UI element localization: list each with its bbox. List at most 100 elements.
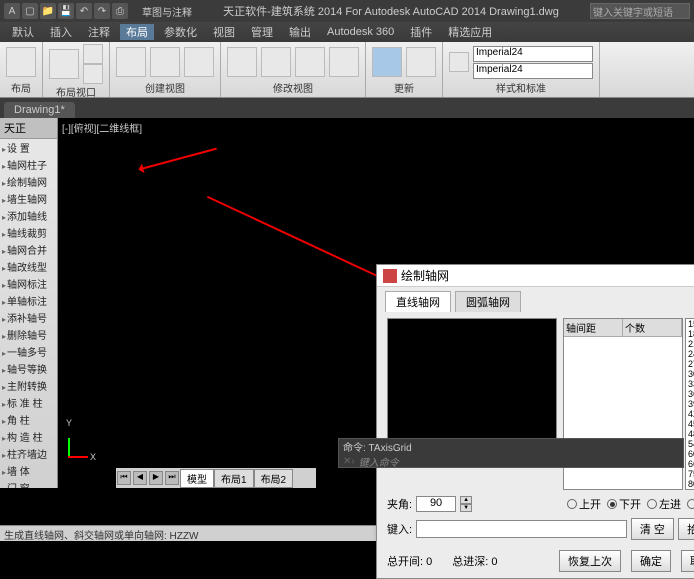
open-icon[interactable]: 📁 (40, 3, 56, 19)
tab-nav-prev[interactable]: ◀ (133, 471, 147, 485)
drawing-canvas[interactable]: [-][俯视][二维线框] Y X 绘制轴网 ✕ 直线轴网 圆弧轴网 (58, 118, 694, 488)
preset-value[interactable]: 3000 (686, 369, 694, 379)
new-icon[interactable]: ▢ (22, 3, 38, 19)
tool-item[interactable]: 添补轴号 (0, 309, 57, 326)
tool-item[interactable]: 标 准 柱 (0, 394, 57, 411)
tool-item[interactable]: 轴改线型 (0, 258, 57, 275)
tool-item[interactable]: 绘制轴网 (0, 173, 57, 190)
create1-icon[interactable] (116, 47, 146, 77)
angle-spinner[interactable]: ▲▼ (460, 496, 472, 512)
viewport-icon[interactable] (49, 49, 79, 79)
layout1-tab[interactable]: 布局1 (214, 469, 254, 488)
workspace-label[interactable]: 草图与注释 (142, 4, 192, 19)
tab-featured[interactable]: 精选应用 (442, 24, 498, 40)
preset-value[interactable]: 3600 (686, 389, 694, 399)
style-combo-2[interactable]: Imperial24 (473, 63, 593, 79)
tool-item[interactable]: 添加轴线 (0, 207, 57, 224)
vp-sm1-icon[interactable] (83, 44, 103, 64)
preset-list[interactable]: 1500180021002400270030003300360039004200… (685, 318, 694, 490)
tab-default[interactable]: 默认 (6, 24, 40, 40)
command-line[interactable]: 命令: TAxisGrid 键入命令 (338, 438, 684, 468)
preset-value[interactable]: 6600 (686, 459, 694, 469)
layout-icon[interactable] (6, 47, 36, 77)
preset-value[interactable]: 2100 (686, 339, 694, 349)
direction-radio[interactable]: 左进 (647, 496, 681, 512)
tab-nav-first[interactable]: ⏮ (117, 471, 131, 485)
ok-button[interactable]: 确定 (631, 550, 671, 572)
mod2-icon[interactable] (261, 47, 291, 77)
preset-value[interactable]: 8000 (686, 479, 694, 489)
vp-sm2-icon[interactable] (83, 64, 103, 84)
tab-arc-grid[interactable]: 圆弧轴网 (455, 291, 521, 312)
preset-value[interactable]: 4200 (686, 409, 694, 419)
direction-radio[interactable]: 上开 (567, 496, 601, 512)
undo-icon[interactable]: ↶ (76, 3, 92, 19)
restore-button[interactable]: 恢复上次 (559, 550, 621, 572)
preset-value[interactable]: 7500 (686, 469, 694, 479)
preset-value[interactable]: 2700 (686, 359, 694, 369)
preset-value[interactable]: 4800 (686, 429, 694, 439)
mod4-icon[interactable] (329, 47, 359, 77)
tool-item[interactable]: 轴网合并 (0, 241, 57, 258)
model-tab[interactable]: 模型 (180, 469, 214, 488)
preset-value[interactable]: 1500 (686, 319, 694, 329)
tab-nav-last[interactable]: ⏭ (165, 471, 179, 485)
tab-view[interactable]: 视图 (207, 24, 241, 40)
tab-output[interactable]: 输出 (283, 24, 317, 40)
tool-item[interactable]: 单轴标注 (0, 292, 57, 309)
tool-item[interactable]: 删除轴号 (0, 326, 57, 343)
preset-value[interactable]: 3300 (686, 379, 694, 389)
mod1-icon[interactable] (227, 47, 257, 77)
app-menu-icon[interactable]: A (4, 3, 20, 19)
tool-item[interactable]: 设 置 (0, 139, 57, 156)
pick-button[interactable]: 拾 取 (678, 518, 694, 540)
tool-item[interactable]: 轴网柱子 (0, 156, 57, 173)
cancel-button[interactable]: 取消 (681, 550, 694, 572)
direction-radio[interactable]: 下开 (607, 496, 641, 512)
tab-annotate[interactable]: 注释 (82, 24, 116, 40)
tab-a360[interactable]: Autodesk 360 (321, 26, 400, 38)
tool-item[interactable]: 构 造 柱 (0, 428, 57, 445)
tool-item[interactable]: 柱齐墙边 (0, 445, 57, 462)
preset-value[interactable]: 6000 (686, 449, 694, 459)
doc-tab-drawing1[interactable]: Drawing1* (4, 102, 75, 118)
print-icon[interactable]: ⎙ (112, 3, 128, 19)
clear-button[interactable]: 清 空 (631, 518, 674, 540)
tab-manage[interactable]: 管理 (245, 24, 279, 40)
create2-icon[interactable] (150, 47, 180, 77)
preset-value[interactable]: 4500 (686, 419, 694, 429)
tab-layout[interactable]: 布局 (120, 24, 154, 40)
preset-value[interactable]: 2400 (686, 349, 694, 359)
angle-input[interactable]: 90 (416, 496, 456, 512)
tab-parametric[interactable]: 参数化 (158, 24, 203, 40)
dialog-titlebar[interactable]: 绘制轴网 ✕ (377, 265, 694, 287)
tool-item[interactable]: 轴号等换 (0, 360, 57, 377)
tool-item[interactable]: 墙生轴网 (0, 190, 57, 207)
create3-icon[interactable] (184, 47, 214, 77)
preset-value[interactable]: 3900 (686, 399, 694, 409)
tab-linear-grid[interactable]: 直线轴网 (385, 291, 451, 312)
tool-item[interactable]: 一轴多号 (0, 343, 57, 360)
save-icon[interactable]: 💾 (58, 3, 74, 19)
upd2-icon[interactable] (406, 47, 436, 77)
tool-item[interactable]: 墙 体 (0, 462, 57, 479)
preset-value[interactable]: 1800 (686, 329, 694, 339)
tool-item[interactable]: 轴线裁剪 (0, 224, 57, 241)
upd1-icon[interactable] (372, 47, 402, 77)
layout2-tab[interactable]: 布局2 (254, 469, 294, 488)
help-search-input[interactable]: 键入关键字或短语 (590, 3, 690, 19)
tab-nav-next[interactable]: ▶ (149, 471, 163, 485)
tool-item[interactable]: 主附转换 (0, 377, 57, 394)
mod3-icon[interactable] (295, 47, 325, 77)
style-icon[interactable] (449, 52, 469, 72)
tab-insert[interactable]: 插入 (44, 24, 78, 40)
tool-item[interactable]: 角 柱 (0, 411, 57, 428)
command-input[interactable]: 键入命令 (339, 454, 683, 469)
viewport-label[interactable]: [-][俯视][二维线框] (62, 120, 142, 135)
keyin-input[interactable] (416, 520, 627, 538)
preset-value[interactable]: 5400 (686, 439, 694, 449)
tool-item[interactable]: 轴网标注 (0, 275, 57, 292)
redo-icon[interactable]: ↷ (94, 3, 110, 19)
style-combo-1[interactable]: Imperial24 (473, 46, 593, 62)
tool-item[interactable]: 门 窗 (0, 479, 57, 488)
